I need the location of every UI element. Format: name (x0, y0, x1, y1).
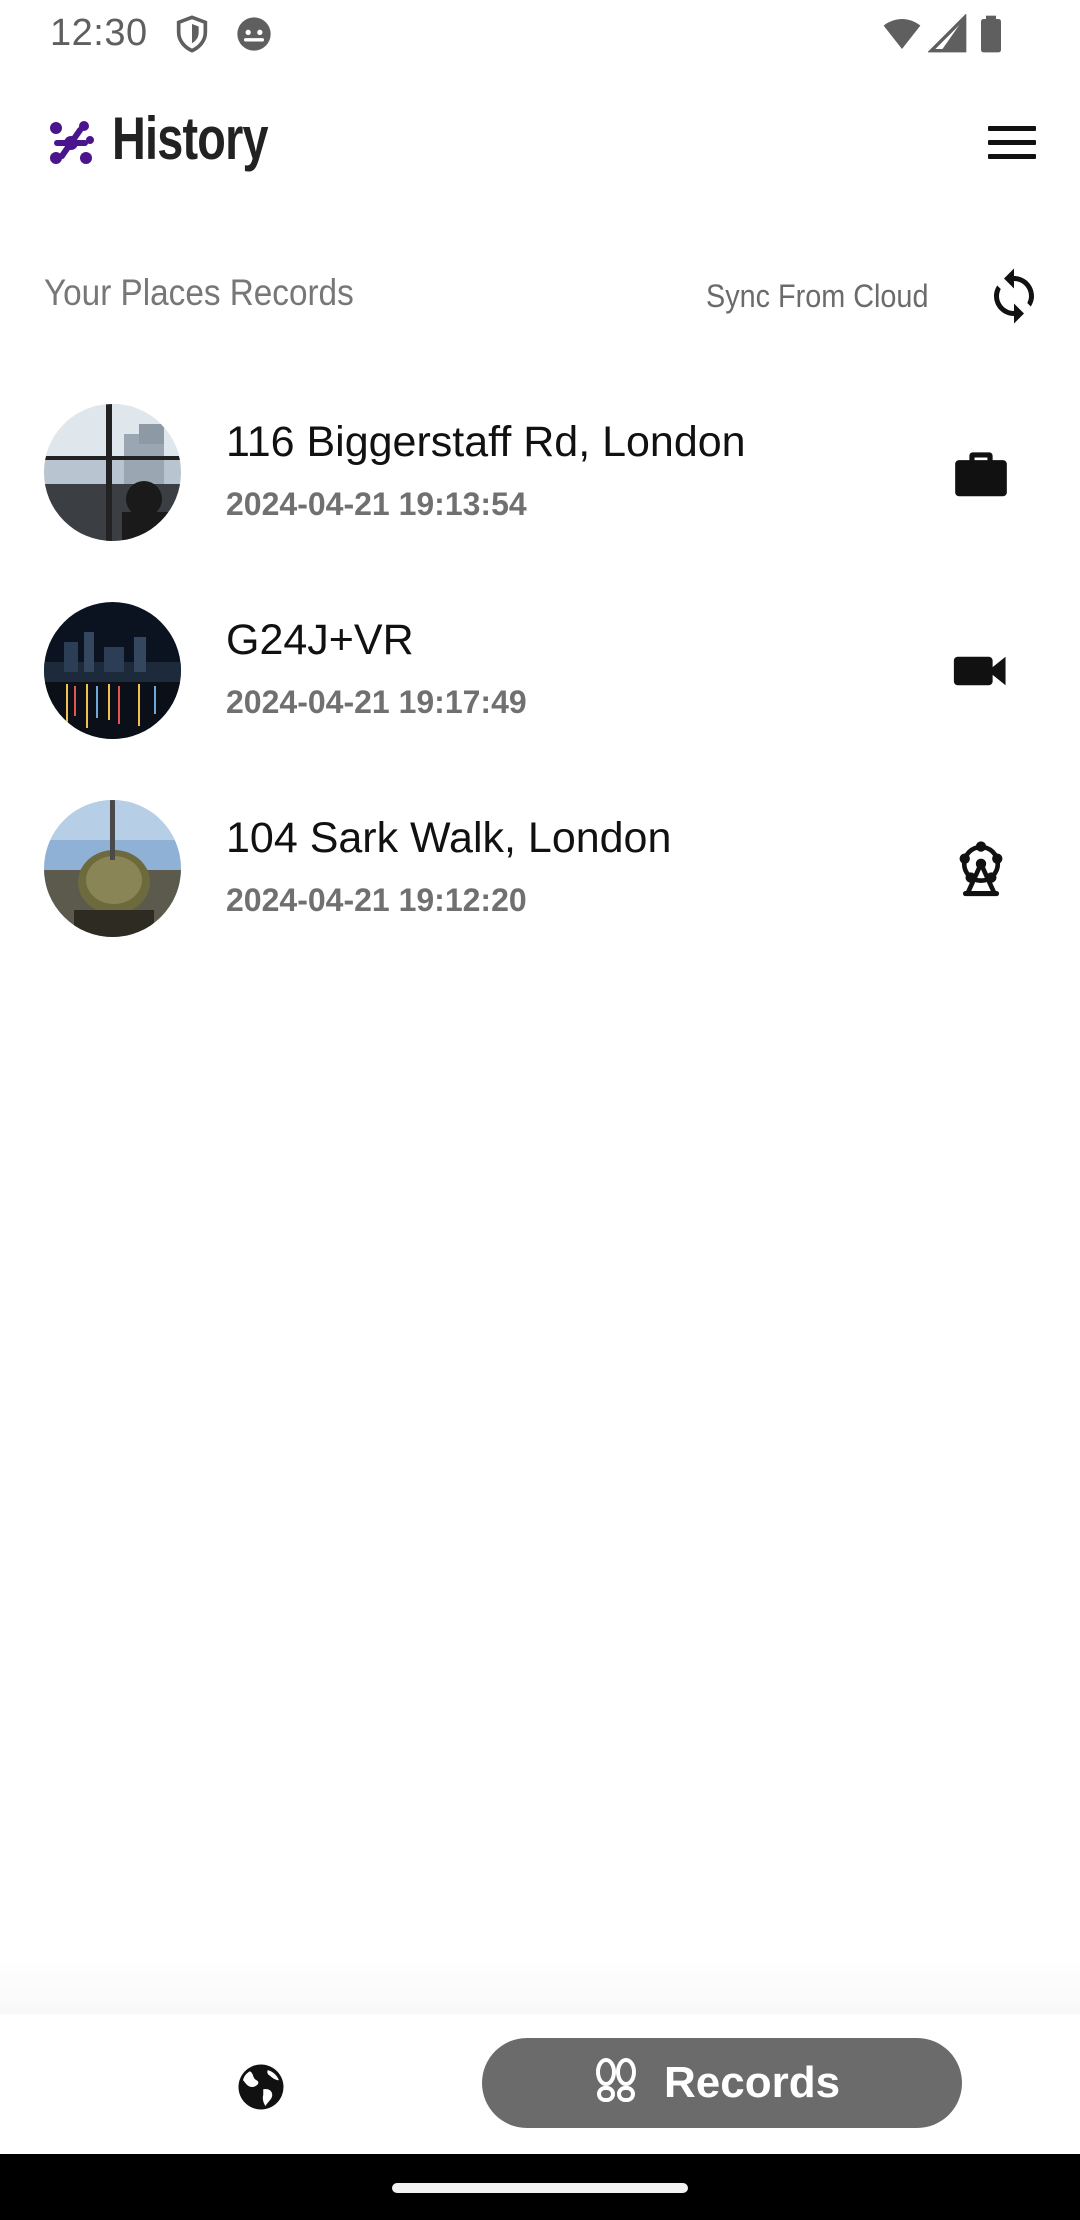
menu-button[interactable] (980, 118, 1036, 168)
records-tab-label: Records (664, 2058, 841, 2107)
ferris-wheel-icon (959, 841, 1003, 897)
home-handle[interactable] (392, 2183, 688, 2193)
app-logo-icon (50, 121, 94, 164)
records-tab[interactable]: Records (482, 2038, 962, 2128)
record-thumbnail (44, 602, 181, 739)
list-item[interactable]: 104 Sark Walk, London 2024-04-21 19:12:2… (0, 800, 1080, 980)
list-item[interactable]: 116 Biggerstaff Rd, London 2024-04-21 19… (0, 404, 1080, 584)
record-time: 2024-04-21 19:13:54 (226, 486, 527, 522)
section-header: Your Places Records Sync From Cloud (0, 262, 1080, 332)
wifi-icon (883, 19, 921, 49)
record-title: G24J+VR (226, 616, 414, 664)
status-bar: 12:30 (0, 0, 1080, 68)
section-title: Your Places Records (44, 272, 354, 313)
record-thumbnail (44, 404, 181, 541)
sync-from-cloud-button[interactable]: Sync From Cloud (706, 278, 928, 315)
globe-icon[interactable] (234, 2060, 288, 2114)
app-bar: History (0, 98, 1080, 194)
battery-icon (981, 15, 1001, 53)
record-time: 2024-04-21 19:12:20 (226, 882, 527, 918)
record-time: 2024-04-21 19:17:49 (226, 684, 527, 720)
footprints-icon (596, 2058, 636, 2102)
shield-icon (176, 15, 208, 53)
record-title: 116 Biggerstaff Rd, London (226, 418, 746, 466)
videocam-icon (953, 656, 1006, 686)
briefcase-icon (955, 452, 1007, 497)
page-title: History (112, 105, 269, 172)
system-navigation-bar (0, 2154, 1080, 2220)
android-icon (237, 17, 271, 51)
list-item[interactable]: G24J+VR 2024-04-21 19:17:49 (0, 602, 1080, 782)
bottom-nav-shadow (0, 1960, 1080, 2014)
sync-icon[interactable] (984, 266, 1044, 326)
status-time: 12:30 (50, 12, 148, 54)
record-thumbnail (44, 800, 181, 937)
hamburger-menu-icon (988, 126, 1036, 131)
bottom-navigation: Records (0, 2014, 1080, 2154)
record-title: 104 Sark Walk, London (226, 814, 672, 862)
signal-icon (928, 14, 967, 53)
